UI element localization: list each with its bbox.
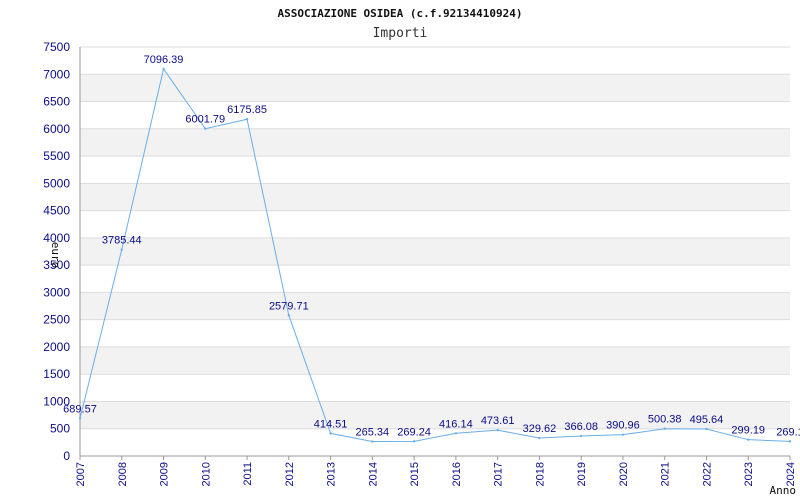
data-point	[371, 440, 374, 443]
grid-band	[80, 183, 790, 211]
x-tick-label: 2009	[159, 462, 171, 486]
y-tick-label: 5000	[43, 176, 70, 190]
x-tick-label: 2019	[576, 462, 588, 486]
x-tick-label: 2011	[242, 462, 254, 486]
data-label: 269.1	[776, 426, 800, 438]
x-tick-label: 2015	[409, 462, 421, 486]
grid-band	[80, 237, 790, 266]
x-tick-label: 2013	[326, 462, 338, 486]
data-point	[412, 440, 416, 443]
x-tick-label: 2012	[284, 462, 296, 486]
x-tick-labels: 2007 2008 2009 2010 2011 2012 2013 2014 2015 2016…	[75, 462, 797, 486]
data-label: 269.24	[397, 426, 431, 438]
data-point	[621, 433, 625, 436]
x-tick-label: 2008	[117, 462, 129, 486]
x-tick-label: 2017	[493, 462, 505, 486]
grid-band	[80, 292, 790, 320]
data-point	[747, 438, 750, 441]
grid-band	[80, 128, 790, 157]
data-point	[120, 248, 123, 251]
data-point	[245, 118, 249, 121]
data-point	[78, 417, 82, 420]
data-label: 473.61	[481, 415, 515, 427]
grid-band	[80, 346, 790, 375]
grid-band	[80, 401, 790, 429]
data-label: 414.51	[314, 418, 348, 430]
y-tick-label: 6500	[43, 95, 70, 109]
line-chart: 0500100015002000250030003500400045005000…	[43, 7, 800, 497]
y-tick-label: 3000	[43, 285, 70, 299]
grid-band	[80, 74, 790, 102]
x-tick-label: 2023	[743, 462, 755, 486]
data-point	[162, 67, 165, 71]
x-tick-label: 2010	[200, 462, 212, 486]
data-point	[496, 428, 499, 432]
y-tick-label: 2000	[43, 340, 70, 354]
x-tick-label: 2024	[785, 462, 797, 486]
y-tick-label: 1500	[43, 367, 70, 381]
y-tick-label: 7000	[43, 67, 70, 81]
x-tick-label: 2020	[618, 462, 630, 486]
y-tick-label: 500	[50, 422, 70, 436]
y-tick-label: 5500	[43, 149, 70, 163]
data-point	[663, 427, 666, 430]
data-point	[705, 427, 708, 431]
x-tick-label: 2007	[75, 462, 87, 486]
data-label: 500.38	[648, 414, 682, 426]
y-tick-label: 7500	[43, 40, 70, 54]
data-label: 416.14	[439, 418, 473, 430]
data-point	[204, 127, 207, 130]
data-label: 2579.71	[269, 300, 309, 312]
data-label: 495.64	[690, 414, 724, 426]
x-tick-label: 2018	[534, 462, 546, 486]
plot-background-bands	[80, 74, 790, 429]
data-label: 7096.39	[144, 54, 184, 66]
data-label: 6001.79	[185, 114, 225, 126]
data-label: 390.96	[606, 420, 640, 432]
x-tick-label: 2021	[660, 462, 672, 486]
chart-subtitle: Importi	[373, 26, 428, 41]
y-tick-label: 6000	[43, 122, 70, 136]
data-label: 689.57	[63, 403, 97, 415]
y-tick-label: 2500	[43, 313, 70, 327]
chart-title: ASSOCIAZIONE OSIDEA (c.f.92134410924)	[277, 7, 522, 20]
data-label: 299.19	[731, 425, 765, 437]
x-tick-label: 2022	[701, 462, 713, 486]
data-label: 3785.44	[102, 235, 142, 247]
data-point	[579, 434, 583, 438]
data-label: 366.08	[564, 421, 598, 433]
data-label: 265.34	[356, 427, 390, 439]
x-tick-label: 2014	[367, 462, 379, 486]
data-point	[788, 440, 792, 443]
x-tick-label: 2016	[451, 462, 463, 486]
y-tick-label: 0	[63, 449, 70, 463]
y-axis-label: euro	[49, 242, 62, 269]
data-point	[538, 436, 541, 440]
data-point	[329, 432, 332, 435]
data-label: 6175.85	[227, 104, 267, 116]
data-label: 329.62	[523, 423, 557, 435]
data-point	[287, 314, 291, 317]
data-point	[454, 432, 458, 435]
y-tick-label: 4500	[43, 204, 70, 218]
x-axis-label: Anno	[770, 484, 797, 497]
